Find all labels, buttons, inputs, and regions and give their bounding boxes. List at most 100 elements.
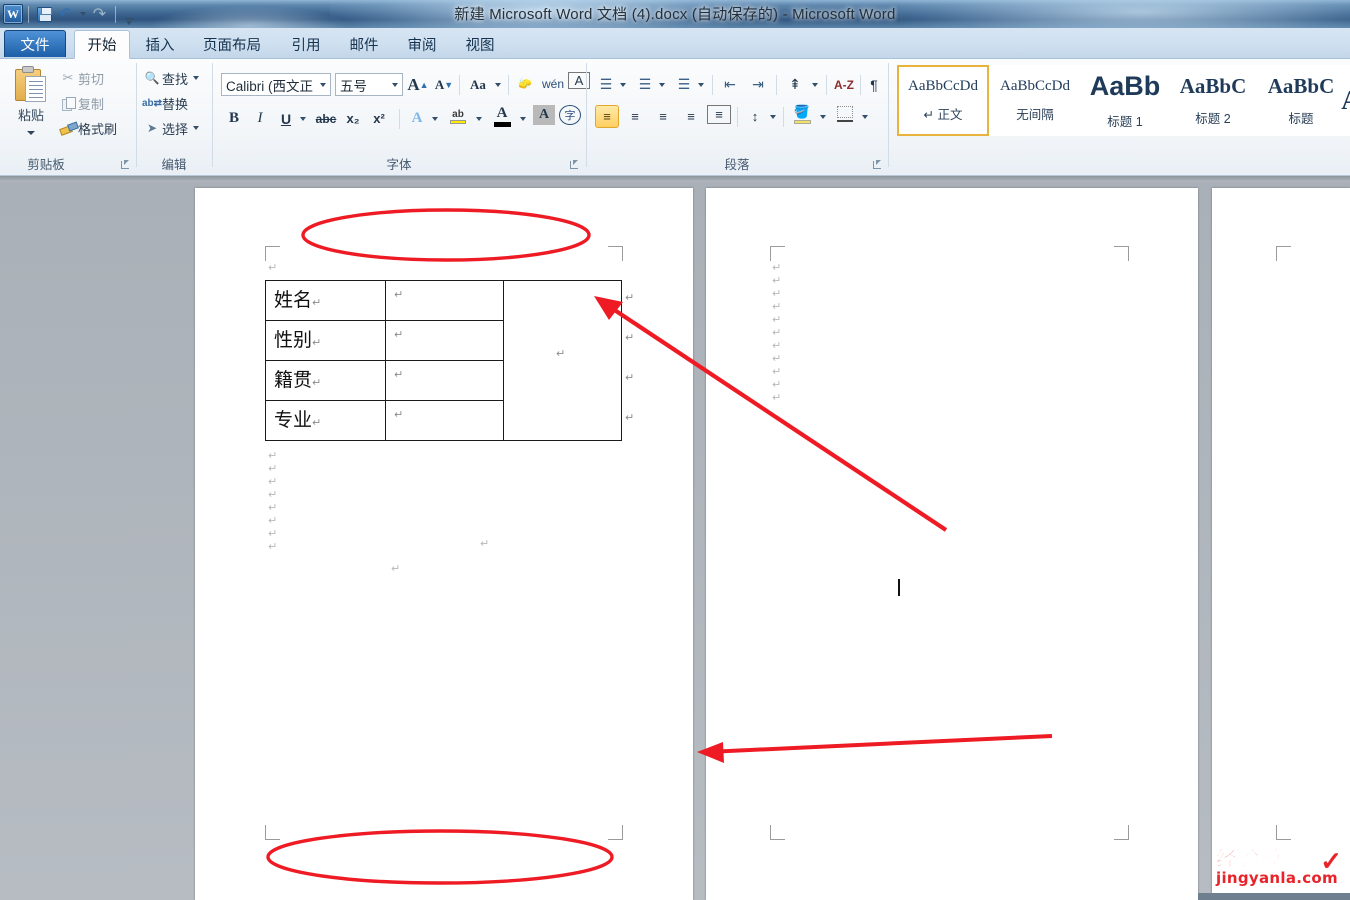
shading-button[interactable]: 🪣 — [789, 101, 815, 127]
tab-view[interactable]: 视图 — [454, 30, 506, 59]
decrease-indent-button[interactable]: ⇤ — [718, 73, 742, 96]
highlight-button[interactable]: ab — [445, 103, 471, 129]
superscript-button[interactable]: x² — [367, 107, 391, 130]
copy-button[interactable]: 复制 — [58, 92, 104, 114]
cell-value-gender[interactable]: ↵ — [385, 320, 504, 361]
paragraph-dialog-launcher[interactable] — [872, 159, 884, 171]
underline-dropdown[interactable] — [297, 107, 309, 130]
tab-mailings[interactable]: 邮件 — [338, 30, 390, 59]
sort-button[interactable]: ⇞ — [782, 73, 808, 96]
chevron-down-icon[interactable] — [388, 82, 402, 87]
show-formatting-marks-button[interactable]: ¶ — [863, 73, 885, 96]
save-button[interactable] — [34, 4, 55, 24]
style-no-spacing[interactable]: AaBbCcDd 无间隔 — [989, 65, 1081, 136]
chevron-down-icon[interactable] — [193, 76, 200, 80]
paste-button[interactable]: 粘贴 — [8, 63, 54, 149]
cell-value-major[interactable]: ↵ — [385, 400, 504, 441]
numbering-button[interactable]: ☰ — [634, 73, 656, 96]
page-1[interactable]: ↵ 姓名↵ ↵ ↵ 性别↵ ↵ 籍贯↵ ↵ 专业↵ ↵ ↵ ↵ ↵ ↵ ↵ ↵ … — [195, 188, 693, 900]
style-next-partial[interactable]: A — [1339, 65, 1350, 136]
multilevel-list-button[interactable]: ☰ — [673, 73, 695, 96]
redo-button[interactable]: ↷ — [89, 4, 110, 24]
highlight-dropdown[interactable] — [473, 107, 485, 130]
font-dialog-launcher[interactable] — [569, 159, 581, 171]
enclose-character-button[interactable]: 字 — [559, 105, 581, 125]
increase-indent-button[interactable]: ⇥ — [746, 73, 770, 96]
text-effects-button[interactable]: A — [405, 107, 429, 130]
select-button[interactable]: ➤ 选择 — [142, 117, 200, 139]
find-button[interactable]: 🔍 查找 — [142, 67, 200, 89]
align-right-button[interactable]: ≡ — [651, 105, 675, 128]
cell-label-gender[interactable]: 性别↵ — [265, 320, 386, 361]
bold-button[interactable]: B — [223, 107, 245, 130]
table-row[interactable]: 姓名↵ ↵ ↵ — [265, 280, 622, 441]
line-spacing-dropdown[interactable] — [767, 105, 779, 128]
cell-label-major[interactable]: 专业↵ — [265, 400, 386, 441]
font-name-combobox[interactable]: Calibri (西文正 — [221, 73, 331, 96]
cut-button[interactable]: ✂ 剪切 — [58, 67, 104, 89]
cell-value-origin[interactable]: ↵ — [385, 360, 504, 401]
bullets-dropdown[interactable] — [617, 73, 629, 96]
undo-button[interactable]: ↶ — [55, 4, 76, 24]
tab-home[interactable]: 开始 — [74, 30, 130, 59]
cell-label-name[interactable]: 姓名↵ — [265, 280, 386, 321]
font-color-dropdown[interactable] — [517, 107, 529, 130]
tab-page-layout[interactable]: 页面布局 — [190, 30, 274, 59]
info-table[interactable]: 姓名↵ ↵ ↵ 性别↵ ↵ 籍贯↵ ↵ 专业↵ ↵ — [265, 280, 622, 441]
numbering-dropdown[interactable] — [656, 73, 668, 96]
borders-dropdown[interactable] — [859, 105, 871, 128]
distribute-button[interactable]: ≡ — [707, 105, 731, 124]
character-shading-button[interactable]: A — [533, 105, 555, 125]
clipboard-dialog-launcher[interactable] — [120, 159, 132, 171]
line-spacing-button[interactable]: ↕ — [743, 105, 767, 128]
cell-photo[interactable]: ↵ — [503, 280, 622, 441]
chevron-down-icon[interactable] — [193, 126, 200, 130]
format-painter-button[interactable]: 格式刷 — [58, 117, 117, 139]
change-case-dropdown[interactable] — [492, 73, 504, 96]
justify-button[interactable]: ≡ — [679, 105, 703, 128]
style-heading-1[interactable]: AaBb 标题 1 — [1079, 65, 1171, 136]
clear-formatting-button[interactable]: 🧽 — [513, 72, 537, 95]
shrink-font-button[interactable]: A ▼ — [433, 73, 455, 96]
phonetic-guide-icon: wén — [541, 76, 564, 91]
tab-references[interactable]: 引用 — [280, 30, 332, 59]
align-left-icon: ≡ — [603, 109, 611, 124]
word-logo-icon[interactable]: W — [3, 4, 23, 24]
align-left-button[interactable]: ≡ — [595, 105, 619, 128]
font-color-button[interactable]: A — [489, 103, 515, 129]
subscript-button[interactable]: x₂ — [341, 107, 365, 130]
strikethrough-button[interactable]: abc — [313, 107, 339, 130]
bullets-button[interactable]: ☰ — [595, 73, 617, 96]
tab-review[interactable]: 审阅 — [396, 30, 448, 59]
style-normal[interactable]: AaBbCcDd ↵ 正文 — [897, 65, 989, 136]
grow-font-button[interactable]: A ▲ — [407, 73, 429, 96]
shading-dropdown[interactable] — [817, 105, 829, 128]
sort-az-button[interactable]: A-Z — [831, 73, 857, 96]
chevron-down-icon[interactable] — [316, 82, 330, 87]
page-3[interactable] — [1212, 188, 1350, 900]
font-size-combobox[interactable]: 五号 — [335, 73, 403, 96]
text-effects-dropdown[interactable] — [429, 107, 441, 130]
cell-label-origin[interactable]: 籍贯↵ — [265, 360, 386, 401]
multilevel-list-dropdown[interactable] — [695, 73, 707, 96]
align-center-button[interactable]: ≡ — [623, 105, 647, 128]
tab-insert[interactable]: 插入 — [134, 30, 186, 59]
cell-value-name[interactable]: ↵ — [385, 280, 504, 321]
replace-button[interactable]: ab⇄ 替换 — [142, 92, 188, 114]
style-heading-2[interactable]: AaBbC 标题 2 — [1167, 65, 1259, 136]
page-2[interactable]: ↵ ↵ ↵ ↵ ↵ ↵ ↵ ↵ ↵ ↵ ↵ — [706, 188, 1198, 900]
customize-qat-button[interactable] — [121, 4, 137, 25]
chevron-down-icon[interactable] — [27, 131, 35, 135]
undo-dropdown[interactable] — [76, 12, 89, 16]
tab-file[interactable]: 文件 — [4, 30, 66, 57]
document-canvas[interactable]: ↵ 姓名↵ ↵ ↵ 性别↵ ↵ 籍贯↵ ↵ 专业↵ ↵ ↵ ↵ ↵ ↵ ↵ ↵ … — [0, 176, 1350, 900]
sort-dropdown[interactable] — [809, 73, 821, 96]
borders-button[interactable] — [833, 103, 857, 125]
italic-button[interactable]: I — [249, 107, 271, 130]
style-title[interactable]: AaBbC 标题 — [1255, 65, 1347, 136]
change-case-button[interactable]: Aa — [465, 73, 491, 96]
phonetic-guide-button[interactable]: wén — [541, 72, 565, 95]
underline-button[interactable]: U — [275, 107, 297, 130]
character-border-icon: A — [574, 73, 584, 88]
label-text: 性别 — [274, 330, 313, 351]
